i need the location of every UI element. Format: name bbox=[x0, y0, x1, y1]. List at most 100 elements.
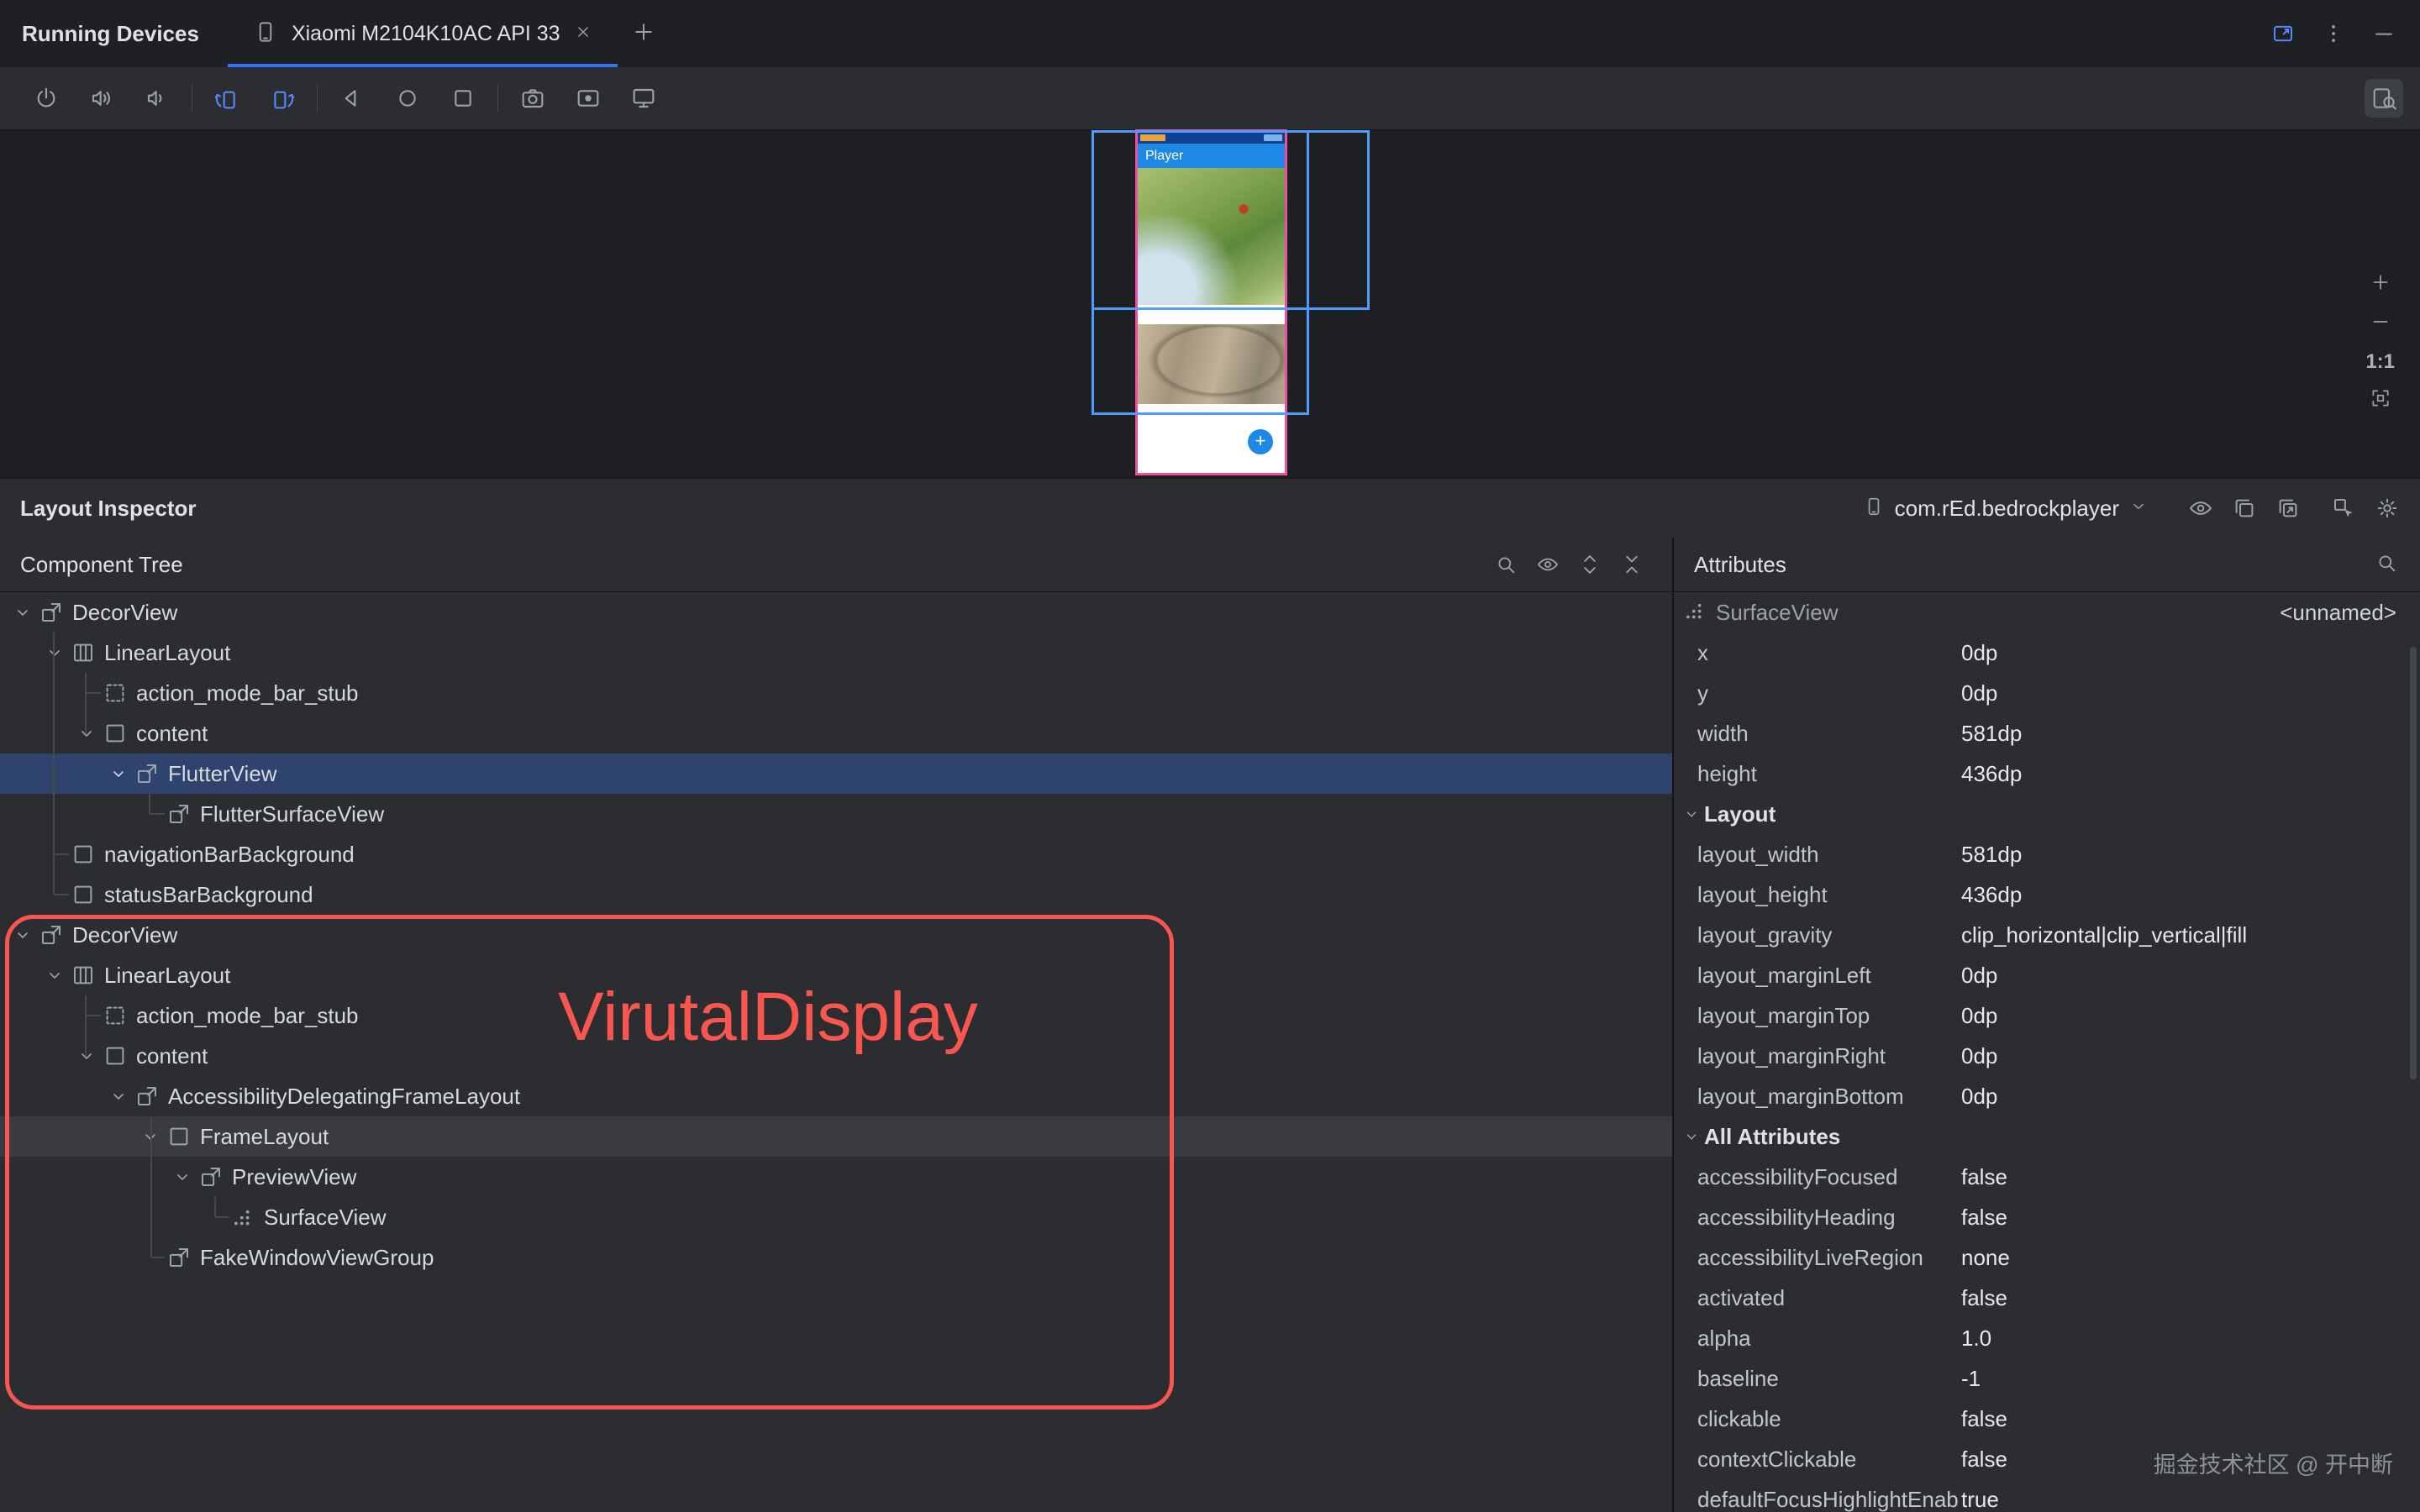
tree-row[interactable]: FrameLayout bbox=[0, 1116, 1672, 1157]
expand-all-icon[interactable] bbox=[1578, 553, 1602, 576]
tree-chevron-icon[interactable] bbox=[40, 961, 69, 990]
snapshot-icon[interactable] bbox=[2232, 496, 2257, 521]
minimize-icon[interactable] bbox=[2371, 21, 2396, 46]
section-chevron-icon[interactable] bbox=[1679, 1122, 1704, 1151]
attribute-row[interactable]: x0dp bbox=[1674, 633, 2420, 673]
tree-row[interactable]: DecorView bbox=[0, 915, 1672, 955]
attribute-row[interactable]: layout_marginLeft0dp bbox=[1674, 955, 2420, 995]
attribute-section-title: Layout bbox=[1704, 801, 1776, 827]
tree-chevron-icon[interactable] bbox=[8, 921, 37, 949]
tree-row[interactable]: SurfaceView bbox=[0, 1197, 1672, 1237]
attribute-row[interactable]: layout_marginTop0dp bbox=[1674, 995, 2420, 1036]
tree-row[interactable]: DecorView bbox=[0, 592, 1672, 633]
tree-row[interactable]: AccessibilityDelegatingFrameLayout bbox=[0, 1076, 1672, 1116]
tree-row[interactable]: FlutterSurfaceView bbox=[0, 794, 1672, 834]
tree-row[interactable]: FakeWindowViewGroup bbox=[0, 1237, 1672, 1278]
attribute-row[interactable]: layout_marginBottom0dp bbox=[1674, 1076, 2420, 1116]
overview-icon bbox=[450, 85, 476, 112]
attribute-row[interactable]: baseline-1 bbox=[1674, 1358, 2420, 1399]
attribute-row[interactable]: defaultFocusHighlightEnabtrue bbox=[1674, 1479, 2420, 1512]
tree-row[interactable]: LinearLayout bbox=[0, 955, 1672, 995]
mirror-button[interactable] bbox=[624, 79, 663, 118]
tree-row[interactable]: action_mode_bar_stub bbox=[0, 673, 1672, 713]
collapse-all-icon[interactable] bbox=[1620, 553, 1644, 576]
tree-row-label: FlutterSurfaceView bbox=[200, 801, 384, 827]
attribute-row[interactable]: height436dp bbox=[1674, 753, 2420, 794]
power-button[interactable] bbox=[27, 79, 66, 118]
attribute-row[interactable]: alpha1.0 bbox=[1674, 1318, 2420, 1358]
settings-gear-icon[interactable] bbox=[2375, 496, 2400, 521]
rotate-left-button[interactable] bbox=[208, 79, 246, 118]
tree-chevron-icon[interactable] bbox=[40, 638, 69, 667]
phone-icon bbox=[1863, 496, 1885, 517]
more-vertical-icon[interactable] bbox=[2321, 21, 2346, 46]
visibility-icon[interactable] bbox=[1536, 553, 1560, 576]
attribute-row[interactable]: accessibilityFocusedfalse bbox=[1674, 1157, 2420, 1197]
view-group-icon bbox=[165, 1245, 193, 1270]
home-button[interactable] bbox=[388, 79, 427, 118]
tree-row-label: statusBarBackground bbox=[104, 882, 313, 908]
tree-chevron-icon[interactable] bbox=[72, 719, 101, 748]
tree-row-label: SurfaceView bbox=[264, 1205, 387, 1231]
zoom-reset-button[interactable]: 1:1 bbox=[2365, 350, 2395, 374]
zoom-fit-icon[interactable] bbox=[2370, 387, 2391, 409]
plus-icon[interactable] bbox=[631, 19, 656, 45]
screen-record-button[interactable] bbox=[569, 79, 608, 118]
attribute-name: layout_marginLeft bbox=[1697, 963, 1961, 989]
zoom-in-icon[interactable] bbox=[2370, 271, 2391, 293]
tree-row[interactable]: content bbox=[0, 1036, 1672, 1076]
select-component-icon[interactable] bbox=[2331, 496, 2356, 521]
back-button[interactable] bbox=[333, 79, 371, 118]
selected-component-header: SurfaceView <unnamed> bbox=[1674, 592, 2420, 633]
screenshot-button[interactable] bbox=[513, 79, 552, 118]
search-icon[interactable] bbox=[2375, 551, 2398, 575]
attribute-row[interactable]: layout_width581dp bbox=[1674, 834, 2420, 874]
attribute-section[interactable]: Layout bbox=[1674, 794, 2420, 834]
tree-row[interactable]: FlutterView bbox=[0, 753, 1672, 794]
eye-icon[interactable] bbox=[2188, 496, 2213, 521]
attribute-value: false bbox=[1961, 1446, 2007, 1473]
attributes-scrollbar[interactable] bbox=[2410, 647, 2417, 1079]
device-search-button[interactable] bbox=[2365, 79, 2403, 118]
chevron-down-icon bbox=[2129, 497, 2148, 516]
tree-row[interactable]: content bbox=[0, 713, 1672, 753]
attribute-row[interactable]: y0dp bbox=[1674, 673, 2420, 713]
linear-layout-icon bbox=[69, 963, 97, 988]
attribute-row[interactable]: width581dp bbox=[1674, 713, 2420, 753]
rotate-right-button[interactable] bbox=[263, 79, 302, 118]
tree-chevron-icon[interactable] bbox=[168, 1163, 197, 1191]
device-tab[interactable]: Xiaomi M2104K10AC API 33 bbox=[228, 0, 618, 67]
attribute-row[interactable]: accessibilityHeadingfalse bbox=[1674, 1197, 2420, 1237]
overview-button[interactable] bbox=[444, 79, 482, 118]
export-snapshot-icon[interactable] bbox=[2275, 496, 2301, 521]
tree-row[interactable]: statusBarBackground bbox=[0, 874, 1672, 915]
attribute-row[interactable]: accessibilityLiveRegionnone bbox=[1674, 1237, 2420, 1278]
open-in-window-icon[interactable] bbox=[2270, 21, 2296, 46]
search-icon[interactable] bbox=[1494, 553, 1518, 576]
tree-chevron-icon[interactable] bbox=[104, 1082, 133, 1110]
tree-row[interactable]: action_mode_bar_stub bbox=[0, 995, 1672, 1036]
attribute-row[interactable]: layout_gravityclip_horizontal|clip_verti… bbox=[1674, 915, 2420, 955]
process-selector[interactable]: com.rEd.bedrockplayer bbox=[1863, 496, 2148, 522]
attribute-row[interactable]: layout_marginRight0dp bbox=[1674, 1036, 2420, 1076]
tree-row-label: FakeWindowViewGroup bbox=[200, 1245, 434, 1271]
tree-chevron-icon[interactable] bbox=[8, 598, 37, 627]
attribute-section-title: All Attributes bbox=[1704, 1124, 1840, 1150]
zoom-out-icon[interactable] bbox=[2370, 311, 2391, 333]
selected-component-name: SurfaceView bbox=[1716, 600, 1839, 626]
tree-row[interactable]: PreviewView bbox=[0, 1157, 1672, 1197]
close-icon[interactable] bbox=[574, 23, 592, 41]
attribute-row[interactable]: activatedfalse bbox=[1674, 1278, 2420, 1318]
tree-row-label: PreviewView bbox=[232, 1164, 356, 1190]
volume-down-button[interactable] bbox=[138, 79, 176, 118]
tree-row[interactable]: LinearLayout bbox=[0, 633, 1672, 673]
attribute-row[interactable]: layout_height436dp bbox=[1674, 874, 2420, 915]
tree-chevron-icon[interactable] bbox=[72, 1042, 101, 1070]
tree-row[interactable]: navigationBarBackground bbox=[0, 834, 1672, 874]
attribute-section[interactable]: All Attributes bbox=[1674, 1116, 2420, 1157]
volume-up-button[interactable] bbox=[82, 79, 121, 118]
section-chevron-icon[interactable] bbox=[1679, 800, 1704, 828]
device-toolbar bbox=[0, 67, 2420, 130]
attribute-row[interactable]: clickablefalse bbox=[1674, 1399, 2420, 1439]
tree-chevron-icon[interactable] bbox=[104, 759, 133, 788]
